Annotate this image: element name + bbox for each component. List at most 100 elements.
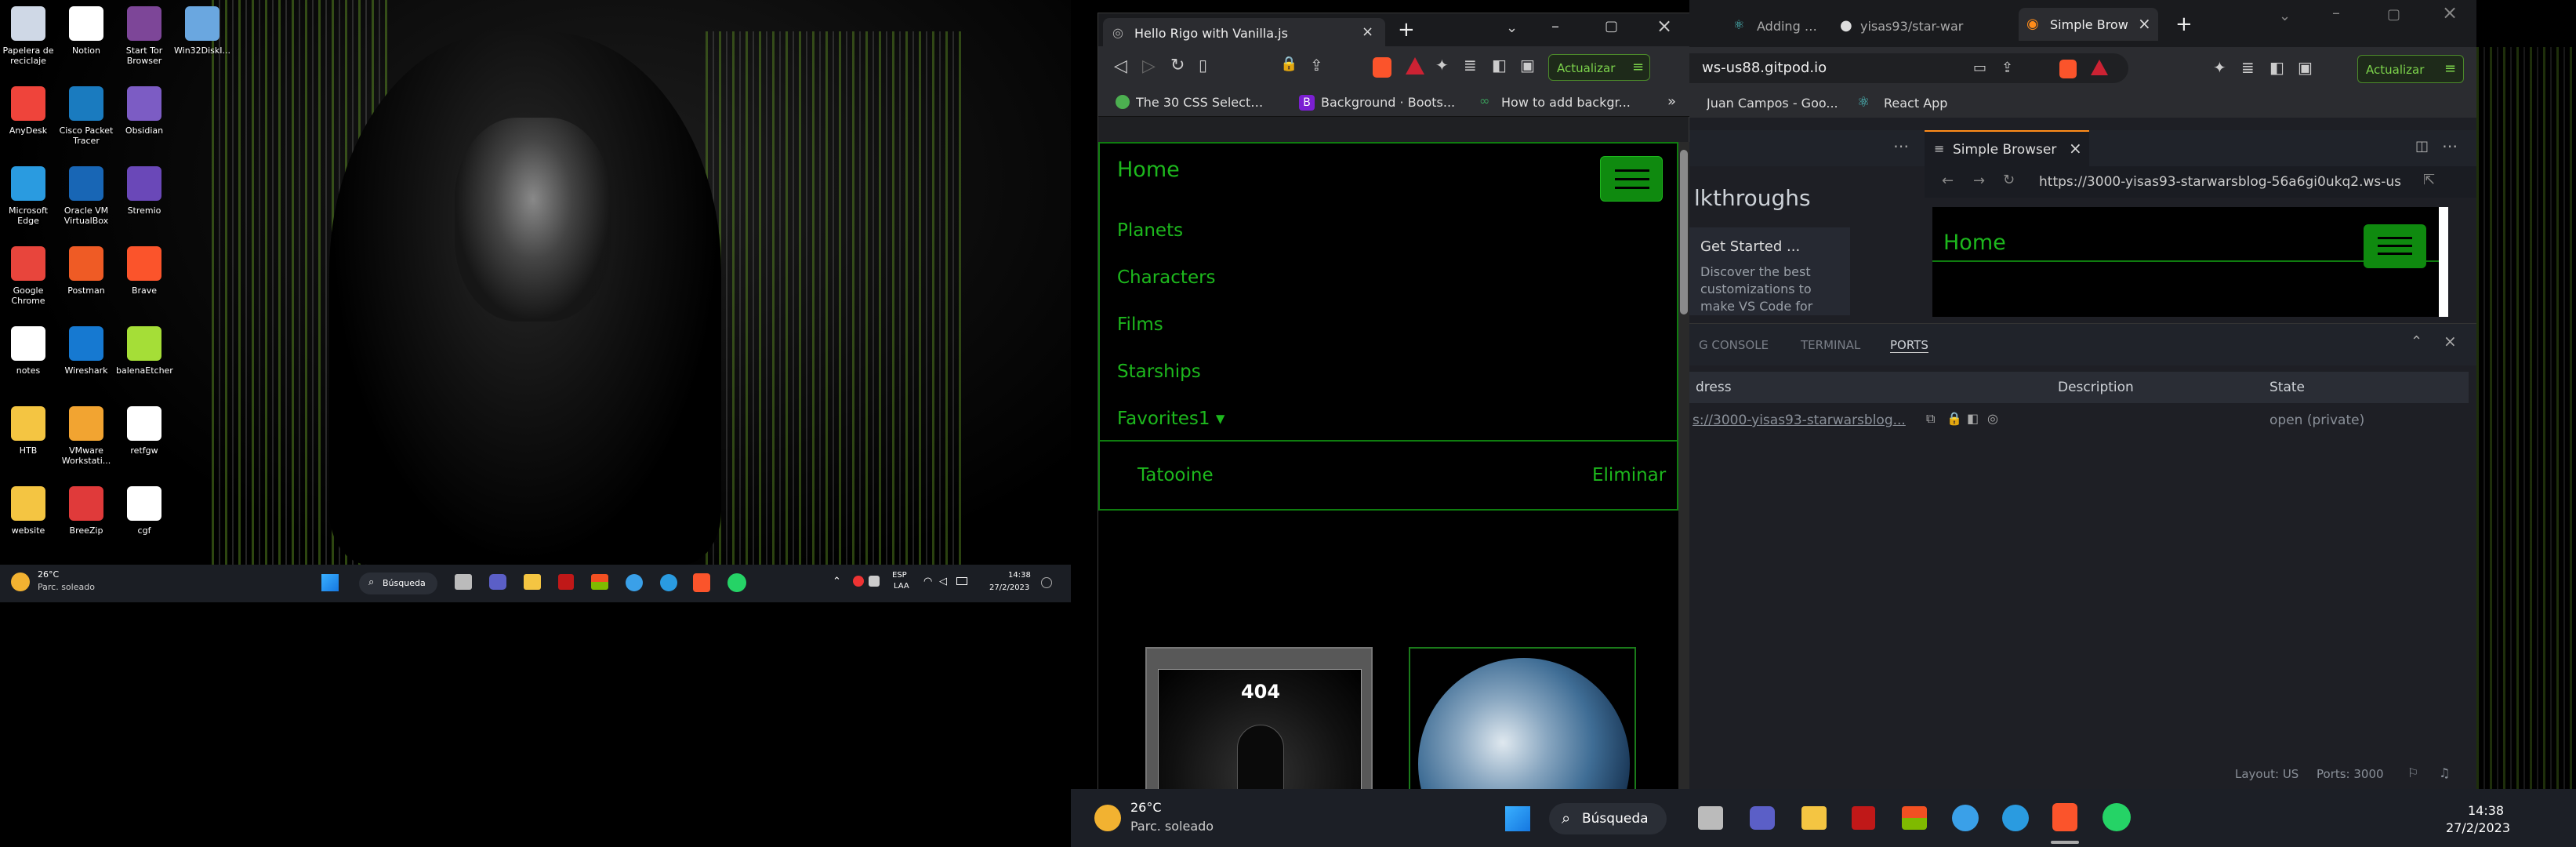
store-icon-2[interactable] bbox=[1902, 806, 1927, 830]
desktop-icon[interactable]: balenaEtcher bbox=[116, 326, 173, 376]
feedback-icon[interactable]: ⚐ bbox=[2407, 765, 2418, 780]
wallet-icon-2[interactable]: ▣ bbox=[2298, 58, 2313, 77]
copy-icon[interactable]: ⧉ bbox=[1926, 411, 1935, 427]
tab-simple-browser[interactable]: ◉ Simple Brow × bbox=[2019, 8, 2158, 41]
clock-time-2[interactable]: 14:38 bbox=[2468, 803, 2504, 818]
desktop-icon[interactable]: cgf bbox=[116, 486, 172, 536]
tab-hello-rigo[interactable]: ◎ Hello Rigo with Vanilla.js × bbox=[1103, 18, 1385, 46]
file-explorer-icon[interactable] bbox=[524, 574, 541, 590]
clock-date-2[interactable]: 27/2/2023 bbox=[2446, 820, 2510, 835]
sidebar-icon-2[interactable]: ◧ bbox=[2269, 58, 2284, 77]
sb-navbar-toggler[interactable] bbox=[2364, 224, 2426, 268]
panel-tab-ports[interactable]: PORTS bbox=[1890, 338, 1928, 353]
wifi-icon[interactable]: ◠ bbox=[923, 576, 932, 587]
brave-rewards-icon[interactable] bbox=[1406, 57, 1424, 75]
desktop-icon[interactable]: Oracle VM VirtualBox bbox=[58, 166, 114, 226]
share-icon[interactable]: ⇪ bbox=[1310, 56, 1323, 75]
desktop-icon[interactable]: Notion bbox=[58, 6, 114, 56]
nav-link-starships[interactable]: Starships bbox=[1117, 362, 1201, 382]
desktop-icon[interactable]: BreeZip bbox=[58, 486, 114, 536]
panel-tab-terminal[interactable]: TERMINAL bbox=[1801, 338, 1860, 352]
search-box[interactable]: ⌕ Búsqueda bbox=[359, 573, 437, 594]
start-icon[interactable] bbox=[321, 574, 339, 591]
desktop-icon[interactable]: Microsoft Edge bbox=[0, 166, 56, 226]
brave-shields-icon[interactable] bbox=[1373, 57, 1391, 78]
brave-rewards-icon-2[interactable] bbox=[2091, 60, 2108, 75]
edge-taskbar-icon[interactable] bbox=[660, 574, 677, 591]
playlist-icon[interactable]: ≣ bbox=[1464, 56, 1477, 75]
new-tab-icon-2[interactable]: + bbox=[2175, 13, 2193, 36]
bookmark-juan[interactable]: Juan Campos - Goo... bbox=[1707, 96, 1840, 111]
desktop-icon[interactable]: Win32DiskI... bbox=[174, 6, 230, 56]
volume-icon[interactable]: ◁ bbox=[939, 576, 947, 587]
tab-search-icon-2[interactable]: ⌄ bbox=[2279, 8, 2291, 24]
panel-close-icon[interactable]: × bbox=[2444, 332, 2457, 351]
update-button[interactable]: Actualizar ≡ bbox=[1548, 54, 1650, 81]
playlist-icon-2[interactable]: ≣ bbox=[2241, 58, 2255, 77]
status-layout[interactable]: Layout: US bbox=[2235, 767, 2298, 781]
tab-close-icon-2[interactable]: × bbox=[2138, 14, 2151, 33]
bookmark-3[interactable]: How to add backgr... bbox=[1501, 95, 1634, 110]
weather-icon[interactable] bbox=[11, 573, 30, 591]
minimize-icon[interactable]: – bbox=[1551, 16, 1559, 35]
desktop-icon[interactable]: Papelera de reciclaje bbox=[0, 6, 56, 66]
wallet-icon[interactable]: ▣ bbox=[1520, 56, 1535, 75]
sb-back-icon[interactable]: ← bbox=[1942, 173, 1954, 189]
new-tab-icon[interactable]: + bbox=[1398, 18, 1415, 42]
desktop-icon[interactable]: Google Chrome bbox=[0, 246, 56, 306]
reload-icon[interactable]: ↻ bbox=[1170, 56, 1185, 75]
navbar-brand[interactable]: Home bbox=[1117, 158, 1180, 182]
help-icon-2[interactable] bbox=[1952, 805, 1979, 831]
desktop-icon[interactable]: retfgw bbox=[116, 406, 172, 456]
sb-url[interactable]: https://3000-yisas93-starwarsblog-56a6gi… bbox=[2039, 174, 2415, 190]
whatsapp-taskbar-icon-2[interactable] bbox=[2103, 803, 2131, 831]
nav-link-planets[interactable]: Planets bbox=[1117, 220, 1183, 241]
bell-icon[interactable]: ♫ bbox=[2439, 765, 2450, 780]
language-code[interactable]: ESP bbox=[892, 571, 907, 580]
maximize-icon-2[interactable]: ▢ bbox=[2387, 6, 2400, 23]
nav-link-films[interactable]: Films bbox=[1117, 314, 1163, 335]
favorites-dropdown[interactable]: Favorites1 ▾ bbox=[1117, 409, 1225, 429]
favorite-item[interactable]: Tatooine bbox=[1137, 465, 1214, 485]
desktop-icon[interactable]: Cisco Packet Tracer bbox=[58, 86, 114, 146]
globe-port-icon[interactable]: ◎ bbox=[1987, 411, 1998, 426]
preview-port-icon[interactable]: ◧ bbox=[1967, 411, 1979, 426]
teams-icon[interactable] bbox=[489, 574, 506, 590]
favorite-delete[interactable]: Eliminar bbox=[1592, 465, 1666, 485]
tab-adding-images[interactable]: ⚛ Adding Images, bbox=[1689, 13, 1823, 41]
extensions-icon[interactable]: ✦ bbox=[1435, 56, 1449, 75]
menu-icon-2[interactable]: ≡ bbox=[2444, 60, 2456, 77]
desktop-icon[interactable]: Start Tor Browser bbox=[116, 6, 172, 66]
more-bookmarks-icon[interactable]: » bbox=[1667, 93, 1676, 110]
desktop-icon[interactable]: Obsidian bbox=[116, 86, 172, 136]
sidebar-icon[interactable]: ◧ bbox=[1492, 56, 1507, 75]
editor-more-icon[interactable]: ⋯ bbox=[2442, 136, 2458, 155]
desktop-icon[interactable]: Wireshark bbox=[58, 326, 114, 376]
desktop-icon[interactable]: Stremio bbox=[116, 166, 172, 216]
whatsapp-taskbar-icon[interactable] bbox=[727, 573, 746, 592]
clock-time[interactable]: 14:38 bbox=[1008, 571, 1031, 580]
scrollbar-thumb[interactable] bbox=[1680, 150, 1688, 314]
tray-app-icon[interactable] bbox=[853, 576, 864, 587]
tray-chevron-icon[interactable]: ⌃ bbox=[833, 576, 841, 587]
desktop-icon[interactable]: AnyDesk bbox=[0, 86, 56, 136]
menu-icon[interactable]: ≡ bbox=[1632, 59, 1644, 75]
tab-close-icon[interactable]: × bbox=[1362, 24, 1373, 40]
status-ports[interactable]: Ports: 3000 bbox=[2317, 767, 2384, 781]
split-editor-icon[interactable]: ◫ bbox=[2415, 138, 2429, 154]
brave-shields-icon-2[interactable] bbox=[2059, 60, 2077, 78]
store-icon[interactable] bbox=[591, 574, 608, 590]
tab-github[interactable]: ● yisas93/star-war bbox=[1830, 13, 1979, 41]
task-view-icon-2[interactable] bbox=[1698, 806, 1723, 830]
get-started-card[interactable]: Get Started ... Discover the best custom… bbox=[1689, 227, 1850, 315]
brave-taskbar-icon[interactable] bbox=[693, 573, 710, 592]
mcafee-icon[interactable] bbox=[558, 574, 574, 590]
desktop-icon[interactable]: website bbox=[0, 486, 56, 536]
lock-icon[interactable]: 🔒 bbox=[1280, 56, 1297, 72]
battery-icon[interactable] bbox=[956, 577, 967, 585]
tray-usb-icon[interactable] bbox=[869, 576, 880, 587]
sb-navbar-brand[interactable]: Home bbox=[1943, 231, 2006, 255]
bookmark-react[interactable]: React App bbox=[1884, 96, 1947, 111]
file-explorer-icon-2[interactable] bbox=[1801, 806, 1827, 830]
start-icon-2[interactable] bbox=[1505, 806, 1530, 831]
